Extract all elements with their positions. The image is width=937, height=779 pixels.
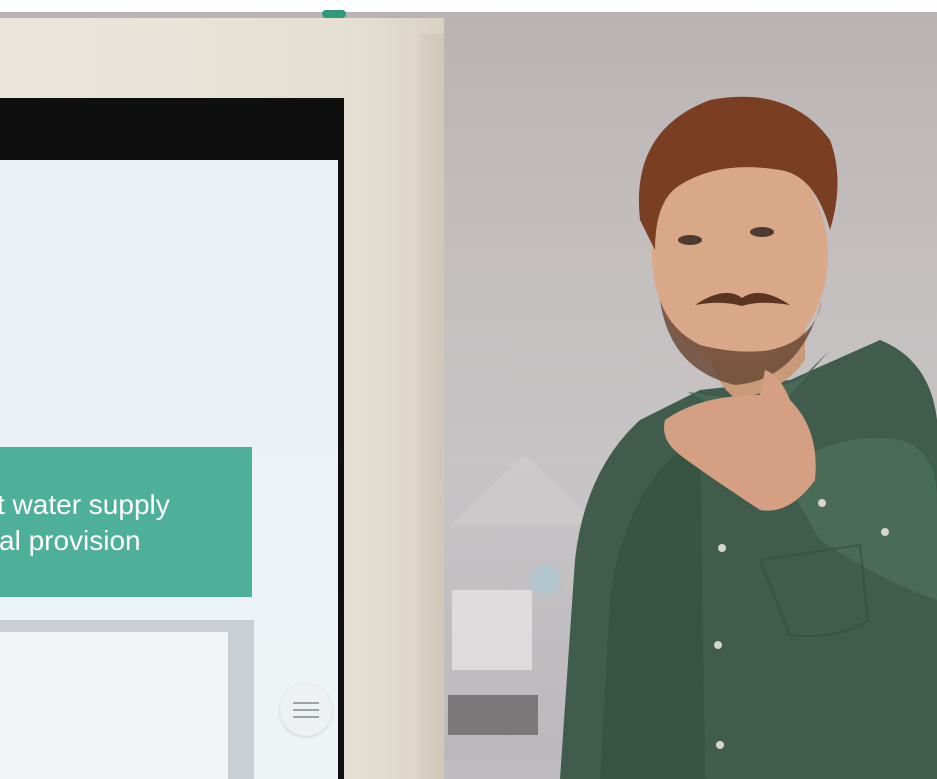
left-eye [678,235,702,245]
presenter-person [560,96,937,779]
cuff-button-2 [881,528,889,536]
shirt-button-3 [716,741,724,749]
right-eye [750,227,774,237]
shirt-button-2 [714,641,722,649]
cuff-button-1 [818,499,826,507]
photo-scene: t water supply al provision [0,0,937,779]
shirt-button-1 [718,544,726,552]
